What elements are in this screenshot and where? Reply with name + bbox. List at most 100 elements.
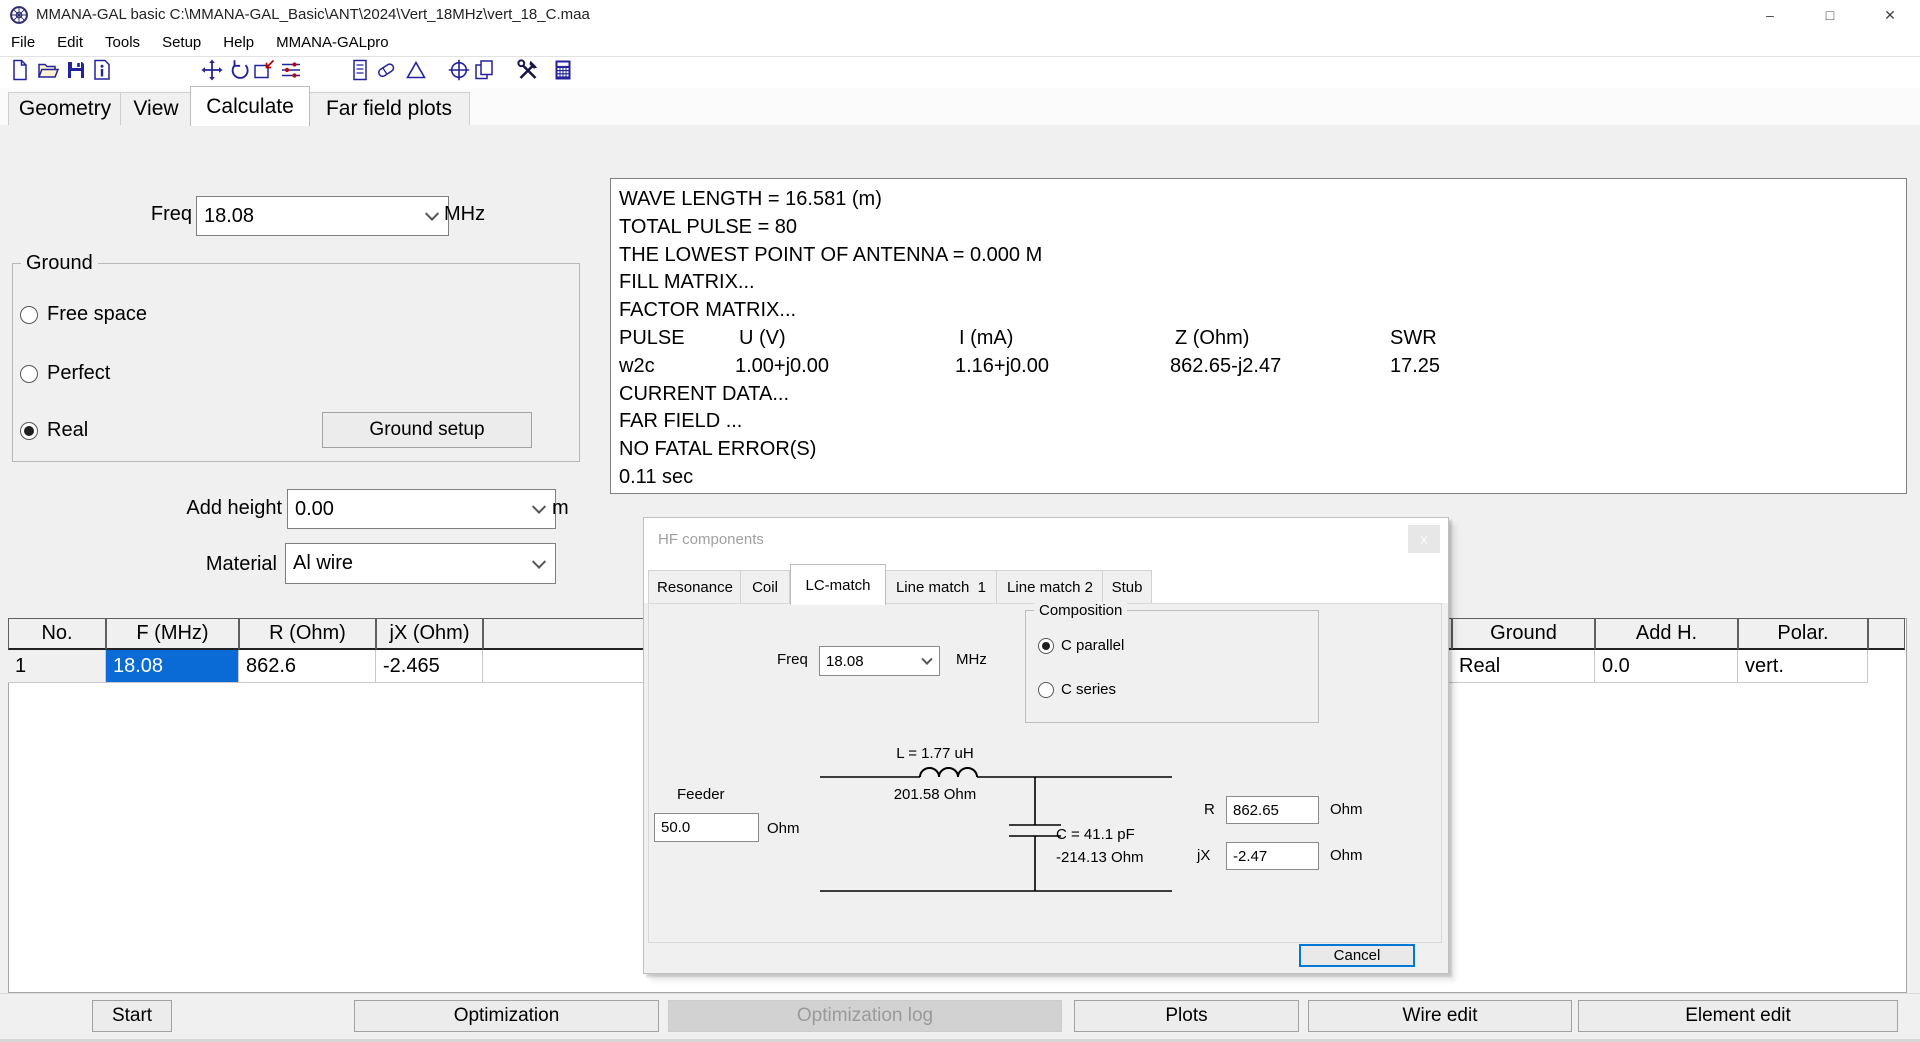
copy-icon[interactable] <box>472 58 496 82</box>
file-info-icon[interactable] <box>90 58 114 82</box>
tab-calculate[interactable]: Calculate <box>190 86 310 126</box>
feeder-label: Feeder <box>677 786 725 804</box>
close-button[interactable]: ✕ <box>1867 0 1913 30</box>
jx-unit-label: Ohm <box>1330 847 1363 865</box>
dialog-tab-stub[interactable]: Stub <box>1102 570 1152 605</box>
inductor-impedance-label: 201.58 Ohm <box>860 786 1010 804</box>
radio-icon[interactable] <box>20 306 38 324</box>
app-logo-icon <box>9 5 29 25</box>
ima-value: 1.16+j0.00 <box>955 353 1049 381</box>
save-file-icon[interactable] <box>64 58 88 82</box>
dialog-tab-coil[interactable]: Coil <box>740 570 790 605</box>
material-label: Material <box>120 552 277 576</box>
feed-point-icon[interactable] <box>447 58 471 82</box>
move-icon[interactable] <box>200 58 224 82</box>
plots-button[interactable]: Plots <box>1074 1000 1299 1032</box>
freq-combobox[interactable]: 18.08 <box>196 196 449 236</box>
radio-icon-selected[interactable] <box>1038 638 1054 654</box>
dialog-tab-lc-match[interactable]: LC-match <box>790 564 886 605</box>
menu-help[interactable]: Help <box>212 30 265 56</box>
col-header-jx: jX (Ohm) <box>376 618 483 650</box>
row1-cell-r[interactable]: 862.6 <box>239 650 376 683</box>
jx-input[interactable] <box>1226 842 1319 870</box>
setup-tools-icon[interactable] <box>516 58 540 82</box>
copy-to-window-icon[interactable] <box>252 58 276 82</box>
menu-edit[interactable]: Edit <box>46 30 94 56</box>
add-height-unit-label: m <box>552 496 569 520</box>
radio-icon-selected[interactable] <box>20 422 38 440</box>
dialog-freq-unit-label: MHz <box>956 651 987 669</box>
ground-setup-button[interactable]: Ground setup <box>322 412 532 448</box>
lc-circuit-schematic <box>820 741 1172 901</box>
optimization-button[interactable]: Optimization <box>354 1000 659 1032</box>
composition-option-c-parallel[interactable]: C parallel <box>1038 637 1124 654</box>
radio-icon[interactable] <box>20 365 38 383</box>
rotate-icon[interactable] <box>228 58 252 82</box>
minimize-button[interactable]: – <box>1747 0 1793 30</box>
cancel-button[interactable]: Cancel <box>1299 944 1415 967</box>
feeder-input[interactable] <box>654 813 759 842</box>
menu-setup[interactable]: Setup <box>151 30 212 56</box>
composition-option-label: C parallel <box>1061 637 1124 654</box>
new-file-icon[interactable] <box>8 58 32 82</box>
wire-edit-icon[interactable] <box>374 58 398 82</box>
col-header-no: No. <box>8 618 106 650</box>
menu-file[interactable]: File <box>0 30 46 56</box>
composition-title: Composition <box>1034 602 1127 619</box>
dialog-tab-line-match-2[interactable]: Line match 2 <box>996 570 1104 605</box>
row1-cell-no[interactable]: 1 <box>8 650 106 683</box>
wire-edit-button[interactable]: Wire edit <box>1308 1000 1572 1032</box>
output-line: FAR FIELD ... <box>619 408 1906 436</box>
dialog-close-icon[interactable]: x <box>1408 525 1440 553</box>
composition-option-c-series[interactable]: C series <box>1038 681 1116 698</box>
ground-option-label: Real <box>47 419 88 442</box>
menu-tools[interactable]: Tools <box>94 30 151 56</box>
output-line: FACTOR MATRIX... <box>619 297 1906 325</box>
element-edit-button[interactable]: Element edit <box>1578 1000 1898 1032</box>
output-line: 0.11 sec <box>619 464 1906 492</box>
dialog-freq-value: 18.08 <box>826 653 864 670</box>
mmana-gal-window: MMANA-GAL basic C:\MMANA-GAL_Basic\ANT\2… <box>0 0 1920 1042</box>
ground-option-label: Free space <box>47 303 147 326</box>
material-combobox[interactable]: Al wire <box>285 543 556 584</box>
r-input[interactable] <box>1226 796 1319 824</box>
row1-cell-ground[interactable]: Real <box>1452 650 1595 683</box>
add-height-combobox[interactable]: 0.00 <box>287 489 556 529</box>
feeder-unit-label: Ohm <box>767 820 800 838</box>
freq-unit-label: MHz <box>444 202 485 226</box>
calculator-icon[interactable] <box>551 58 575 82</box>
dialog-tab-line-match-1[interactable]: Line match 1 <box>884 570 998 605</box>
dialog-tab-resonance[interactable]: Resonance <box>648 570 742 605</box>
pulse-col: PULSE <box>619 325 685 353</box>
dialog-title: HF components <box>658 518 764 561</box>
ground-option-real[interactable]: Real <box>20 419 88 442</box>
tab-far-field-plots[interactable]: Far field plots <box>308 92 470 126</box>
radio-icon[interactable] <box>1038 682 1054 698</box>
start-button[interactable]: Start <box>92 1000 172 1032</box>
col-header-polar: Polar. <box>1738 618 1868 650</box>
tab-geometry[interactable]: Geometry <box>8 92 122 126</box>
output-line: WAVE LENGTH = 16.581 (m) <box>619 186 1906 214</box>
ground-option-perfect[interactable]: Perfect <box>20 362 110 385</box>
tab-view[interactable]: View <box>120 92 192 126</box>
dialog-freq-combobox[interactable]: 18.08 <box>819 646 940 676</box>
zohm-col: Z (Ohm) <box>1175 325 1249 353</box>
col-header-ground: Ground <box>1452 618 1595 650</box>
wire-definition-icon[interactable] <box>348 58 372 82</box>
jx-label: jX <box>1197 847 1210 865</box>
uv-value: 1.00+j0.00 <box>735 353 829 381</box>
open-file-icon[interactable] <box>36 58 60 82</box>
row1-cell-polar[interactable]: vert. <box>1738 650 1868 683</box>
ground-option-free-space[interactable]: Free space <box>20 303 147 326</box>
row1-cell-jx[interactable]: -2.465 <box>376 650 483 683</box>
dialog-title-bar: HF components x <box>644 518 1448 561</box>
options-sliders-icon[interactable] <box>279 58 303 82</box>
row1-cell-add-h[interactable]: 0.0 <box>1595 650 1738 683</box>
maximize-button[interactable]: □ <box>1807 0 1853 30</box>
r-unit-label: Ohm <box>1330 801 1363 819</box>
uv-col: U (V) <box>739 325 786 353</box>
row1-cell-f-selected[interactable]: 18.08 <box>106 650 239 683</box>
optimization-log-button: Optimization log <box>668 1000 1062 1032</box>
triangle-antenna-icon[interactable] <box>404 58 428 82</box>
menu-mmana-galpro[interactable]: MMANA-GALpro <box>265 30 400 56</box>
